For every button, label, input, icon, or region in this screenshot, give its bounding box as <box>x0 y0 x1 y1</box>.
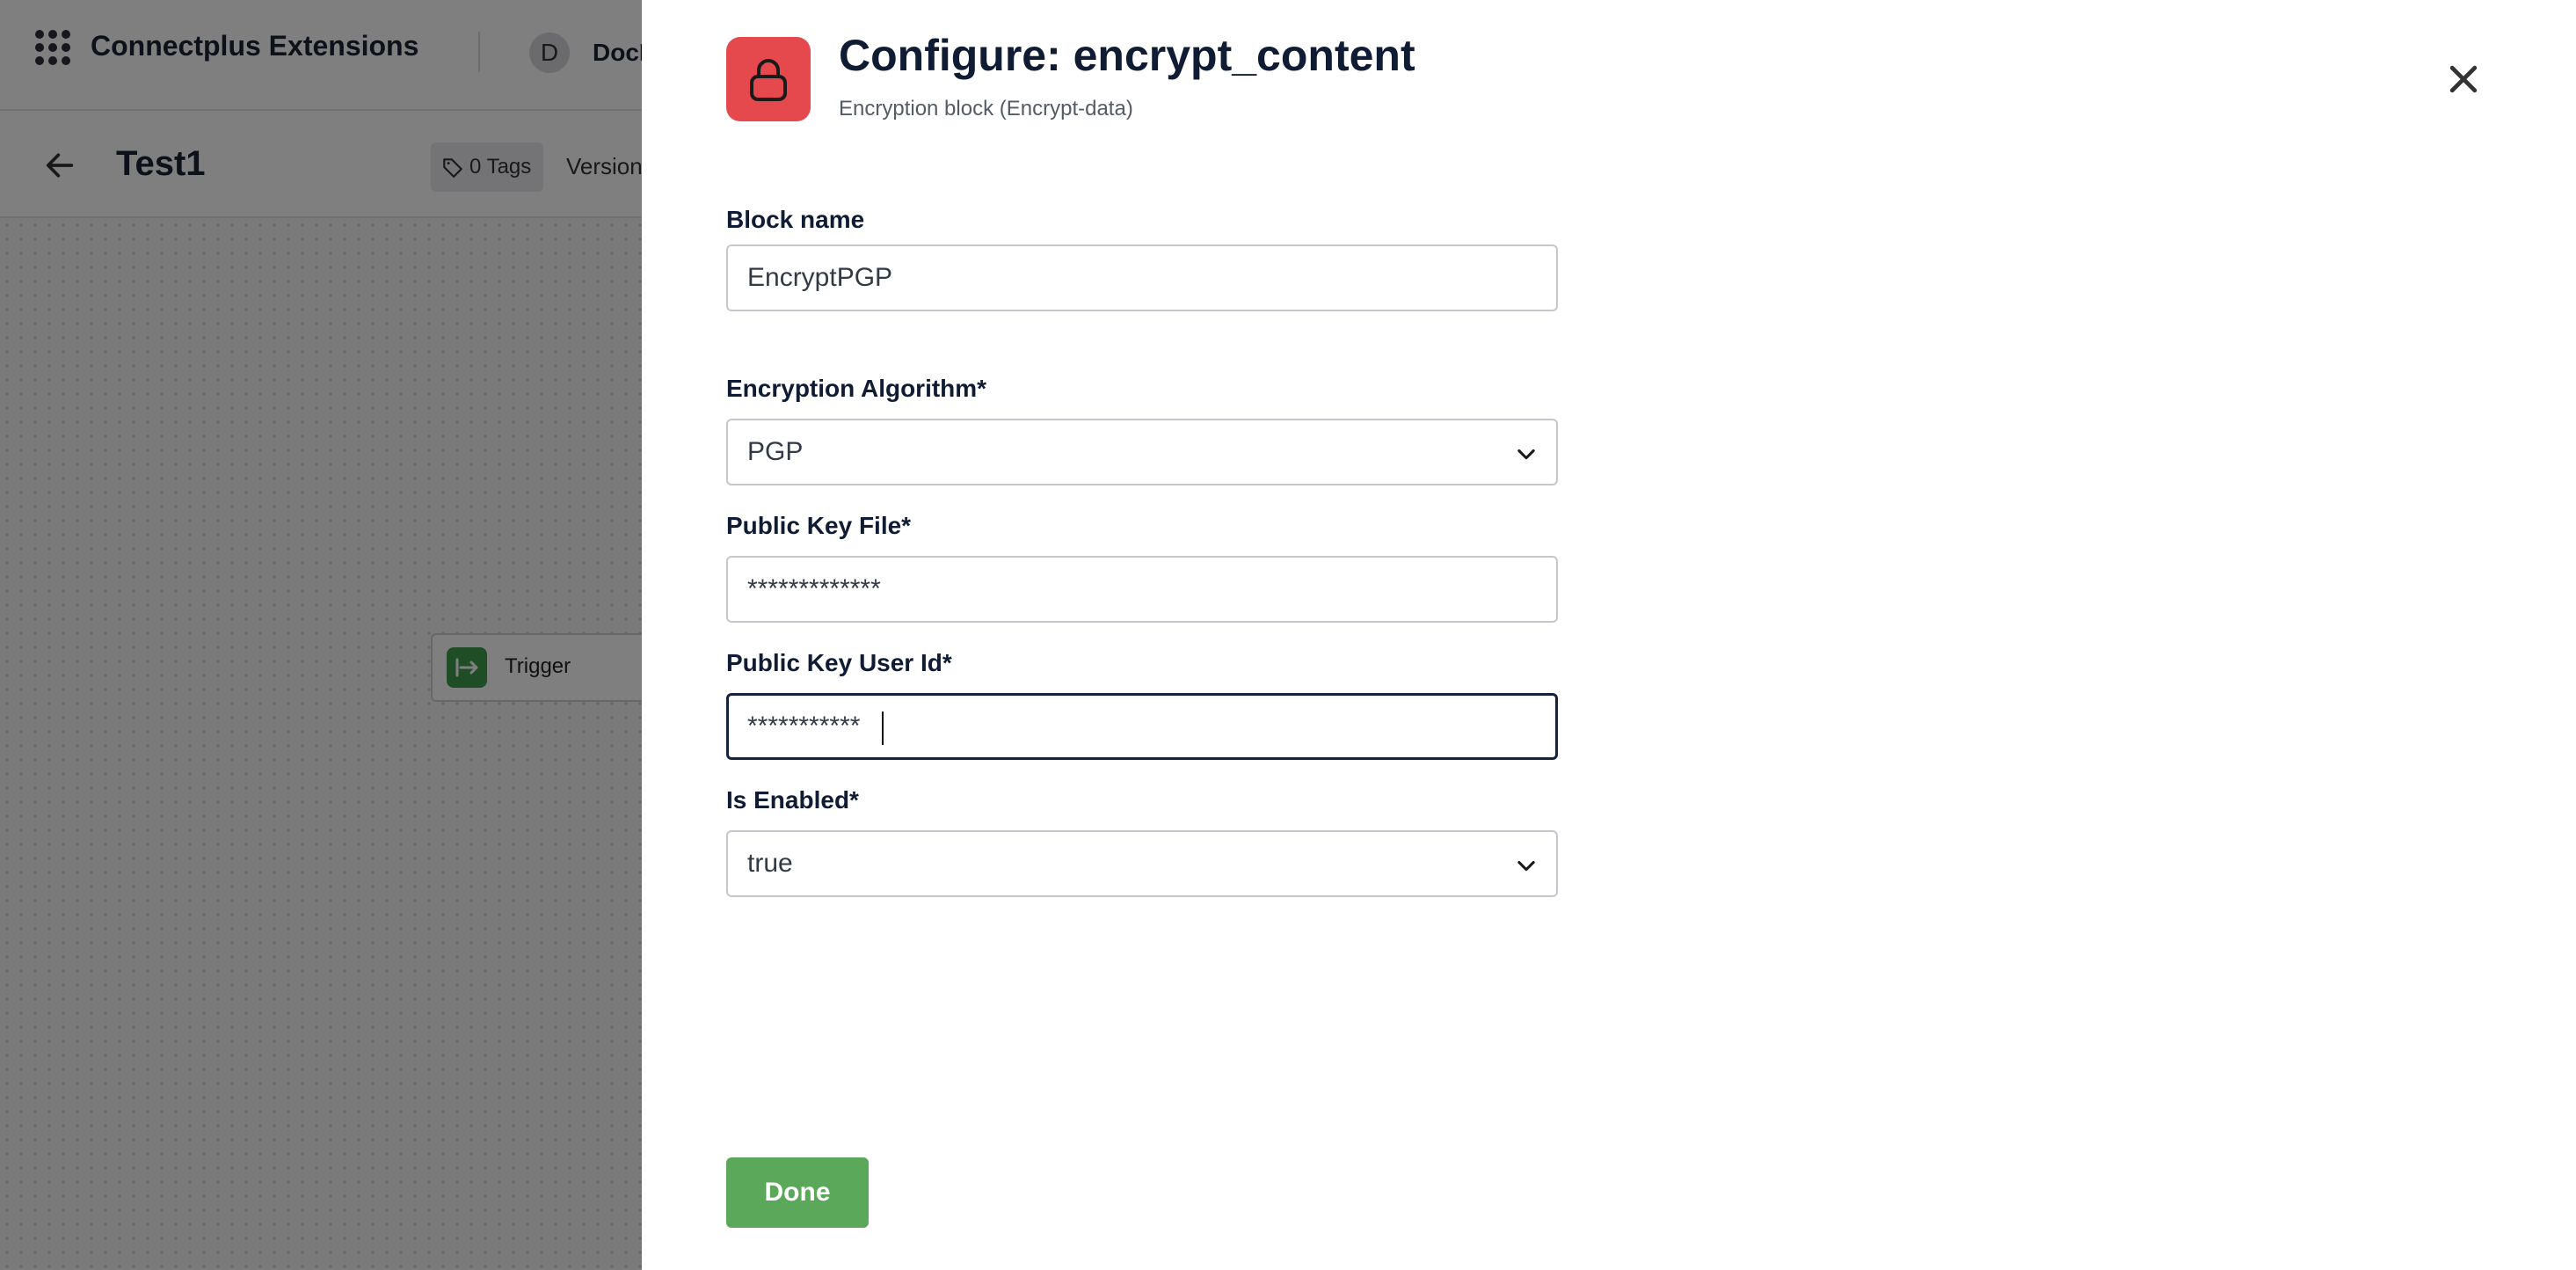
is-enabled-label: Is Enabled* <box>726 786 859 814</box>
is-enabled-select[interactable]: true <box>726 830 1558 897</box>
done-button[interactable]: Done <box>726 1157 869 1228</box>
public-key-user-id-input[interactable] <box>747 696 1503 757</box>
public-key-file-field[interactable] <box>726 556 1558 623</box>
public-key-file-input[interactable] <box>747 558 1503 621</box>
chevron-down-icon <box>1517 449 1535 460</box>
encryption-algorithm-label: Encryption Algorithm* <box>726 375 987 402</box>
public-key-file-label: Public Key File* <box>726 512 912 539</box>
drawer-title: Configure: encrypt_content <box>839 31 1415 80</box>
encryption-algorithm-value: PGP <box>747 437 804 466</box>
block-name-label: Block name <box>726 206 865 233</box>
chevron-down-icon <box>1517 860 1535 872</box>
public-key-user-id-field[interactable] <box>726 693 1558 760</box>
public-key-user-id-label: Public Key User Id* <box>726 649 952 676</box>
encryption-algorithm-select[interactable]: PGP <box>726 419 1558 485</box>
lock-icon <box>726 37 811 121</box>
block-name-input[interactable] <box>747 246 1503 310</box>
configure-drawer: Configure: encrypt_content Encryption bl… <box>642 0 2576 1270</box>
close-icon[interactable] <box>2444 60 2483 99</box>
is-enabled-value: true <box>747 849 793 878</box>
drawer-subtitle: Encryption block (Encrypt-data) <box>839 97 1133 120</box>
block-name-field[interactable] <box>726 245 1558 311</box>
text-cursor <box>882 712 884 745</box>
